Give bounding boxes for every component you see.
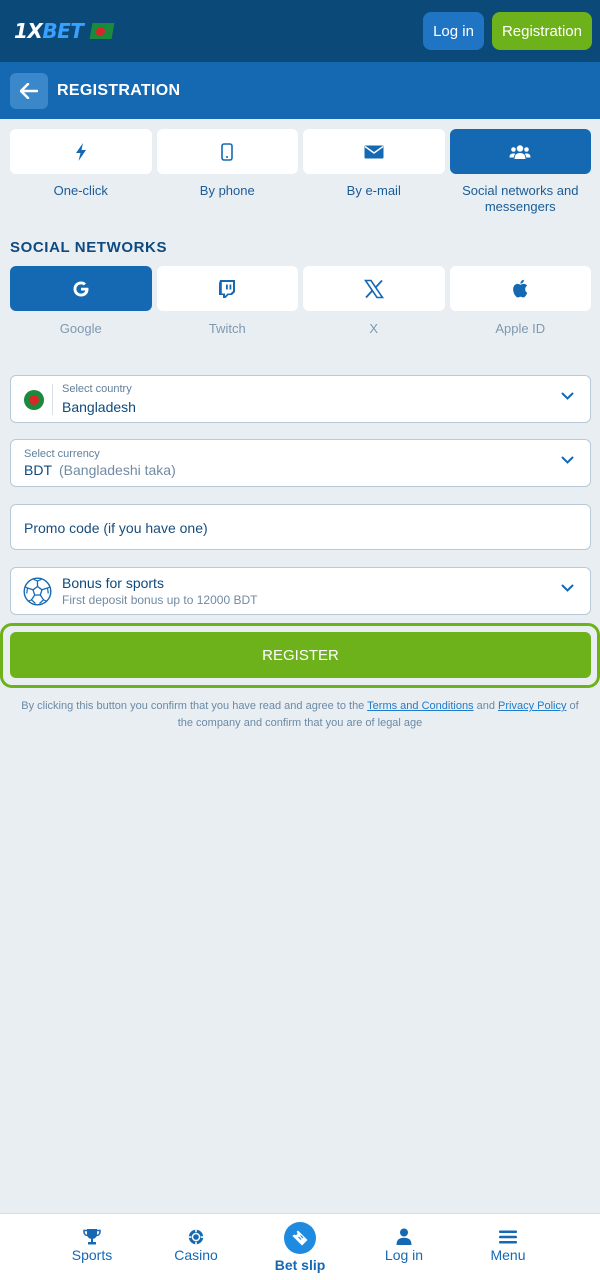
soccer-ball-icon (23, 577, 52, 606)
social-label: X (369, 321, 379, 336)
page-title: REGISTRATION (57, 81, 181, 99)
menu-icon (499, 1230, 517, 1243)
nav-label: Bet slip (274, 1257, 326, 1273)
social-x[interactable]: X (303, 266, 445, 336)
login-button[interactable]: Log in (423, 12, 484, 50)
social-apple-id[interactable]: Apple ID (449, 266, 591, 336)
nav-menu[interactable]: Menu (456, 1214, 560, 1280)
logo-text: 1XBET (14, 19, 84, 43)
country-field-label: Select country (62, 383, 132, 395)
currency-code: BDT (24, 462, 52, 478)
nav-label: Sports (71, 1247, 113, 1263)
chevron-down-icon (561, 584, 574, 592)
nav-bet-slip[interactable]: Bet slip (248, 1214, 352, 1280)
chevron-down-icon (561, 392, 574, 400)
users-icon (509, 144, 531, 159)
email-icon (364, 145, 384, 158)
logo[interactable]: 1XBET (14, 19, 115, 43)
nav-casino[interactable]: Casino (144, 1214, 248, 1280)
promo-code-input[interactable]: Promo code (if you have one) (10, 504, 591, 550)
bonus-select[interactable]: Bonus for sports First deposit bonus up … (10, 567, 591, 615)
promo-code-placeholder: Promo code (if you have one) (24, 520, 208, 536)
tab-one-click[interactable]: One-click (10, 129, 152, 215)
country-select[interactable]: Select country Bangladesh (10, 375, 591, 423)
bonus-title: Bonus for sports (62, 575, 164, 591)
apple-icon (513, 279, 528, 298)
registration-header: REGISTRATION (0, 62, 600, 119)
nav-sports[interactable]: Sports (40, 1214, 144, 1280)
tab-label: By phone (199, 183, 255, 198)
currency-name: (Bangladeshi taka) (59, 462, 176, 478)
ticket-icon (292, 1230, 308, 1246)
social-networks-heading: SOCIAL NETWORKS (10, 239, 168, 256)
currency-field-label: Select currency (24, 448, 100, 460)
x-icon (363, 279, 384, 298)
social-twitch[interactable]: Twitch (156, 266, 298, 336)
phone-icon (221, 142, 234, 161)
social-google[interactable]: Google (10, 266, 152, 336)
country-value: Bangladesh (62, 399, 136, 415)
nav-label: Casino (174, 1247, 218, 1263)
register-button[interactable]: REGISTER (10, 632, 591, 678)
bangladesh-flag-icon (89, 23, 115, 39)
tab-label: One-click (53, 183, 108, 198)
registration-button[interactable]: Registration (491, 12, 592, 50)
tab-by-phone[interactable]: By phone (156, 129, 298, 215)
bottom-navigation: Sports Casino Bet slip Log in Menu (0, 1213, 600, 1280)
bangladesh-flag-icon (24, 390, 44, 410)
tab-by-email[interactable]: By e-mail (303, 129, 445, 215)
lightning-icon (75, 142, 86, 161)
user-icon (396, 1228, 412, 1245)
social-label: Twitch (208, 321, 246, 336)
social-networks-list: Google Twitch X Apple ID (10, 266, 591, 336)
social-label: Apple ID (495, 321, 546, 336)
arrow-left-icon (20, 82, 38, 99)
social-label: Google (59, 321, 102, 336)
terms-link[interactable]: Terms and Conditions (367, 700, 473, 712)
nav-label: Log in (384, 1247, 424, 1263)
terms-text: By clicking this button you confirm that… (21, 700, 368, 712)
chevron-down-icon (561, 456, 574, 464)
nav-label: Menu (490, 1247, 526, 1263)
tab-label: By e-mail (346, 183, 401, 198)
registration-method-tabs: One-click By phone By e-mail Social netw… (10, 129, 591, 215)
divider (52, 384, 53, 415)
google-icon (73, 281, 89, 296)
privacy-policy-link[interactable]: Privacy Policy (498, 700, 566, 712)
currency-select[interactable]: Select currency BDT (Bangladeshi taka) (10, 439, 591, 487)
tab-label: Social networks and messengers (462, 183, 579, 214)
twitch-icon (219, 279, 236, 298)
casino-chip-icon (188, 1229, 204, 1244)
terms-notice: By clicking this button you confirm that… (20, 698, 580, 732)
trophy-icon (83, 1229, 101, 1245)
back-button[interactable] (10, 72, 48, 109)
tab-social-networks[interactable]: Social networks and messengers (449, 129, 591, 215)
nav-log-in[interactable]: Log in (352, 1214, 456, 1280)
bonus-subtitle: First deposit bonus up to 12000 BDT (62, 593, 258, 607)
top-header: 1XBET Log in Registration (0, 0, 600, 62)
terms-text: and (473, 700, 499, 712)
